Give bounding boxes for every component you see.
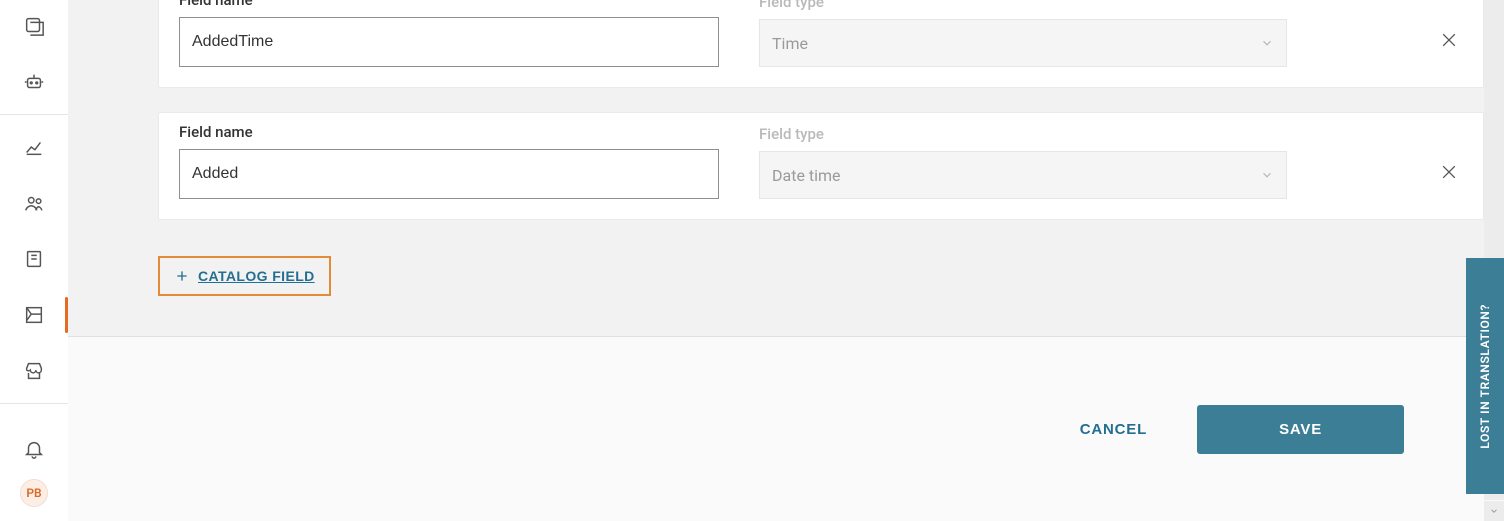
cancel-button[interactable]: CANCEL bbox=[1080, 421, 1147, 438]
chart-line-icon bbox=[23, 136, 45, 158]
chevron-down-icon bbox=[1260, 168, 1274, 182]
avatar-initials: PB bbox=[26, 486, 41, 500]
remove-field-button[interactable] bbox=[1439, 162, 1459, 182]
field-name-column: Field name bbox=[179, 113, 719, 199]
field-type-label: Field type bbox=[759, 125, 1287, 143]
store-icon bbox=[23, 360, 45, 382]
sidebar-divider bbox=[0, 114, 68, 115]
field-type-select: Time bbox=[759, 19, 1287, 67]
plus-icon bbox=[174, 268, 190, 284]
add-field-row: CATALOG FIELD bbox=[158, 244, 1484, 336]
add-catalog-field-button[interactable]: CATALOG FIELD bbox=[158, 256, 331, 296]
field-name-label: Field name bbox=[179, 0, 719, 9]
sidebar-item-workspace[interactable] bbox=[0, 0, 68, 52]
scrollbar-down-arrow[interactable] bbox=[1484, 501, 1504, 521]
lost-in-translation-label: LOST IN TRANSLATION? bbox=[1478, 304, 1492, 449]
main-content: Field name Field type Time Field name bbox=[68, 0, 1504, 521]
lost-in-translation-tab[interactable]: LOST IN TRANSLATION? bbox=[1466, 258, 1504, 494]
sidebar-item-analytics[interactable] bbox=[0, 121, 68, 173]
avatar[interactable]: PB bbox=[20, 479, 48, 507]
field-type-column: Field type Date time bbox=[759, 115, 1287, 199]
sidebar-item-robot[interactable] bbox=[0, 56, 68, 108]
field-type-value: Date time bbox=[772, 166, 841, 185]
sidebar: PB bbox=[0, 0, 68, 521]
field-type-label: Field type bbox=[759, 0, 1287, 11]
sidebar-divider bbox=[0, 403, 68, 404]
field-name-label: Field name bbox=[179, 123, 719, 141]
close-icon bbox=[1439, 30, 1459, 50]
users-icon bbox=[23, 192, 45, 214]
layers-icon bbox=[23, 15, 45, 37]
book-icon bbox=[23, 248, 45, 270]
sidebar-item-catalog[interactable] bbox=[0, 289, 68, 341]
sidebar-item-users[interactable] bbox=[0, 177, 68, 229]
field-name-column: Field name bbox=[179, 0, 719, 67]
field-type-value: Time bbox=[772, 34, 808, 53]
field-name-input[interactable] bbox=[179, 149, 719, 199]
bell-icon bbox=[23, 438, 45, 460]
field-type-select: Date time bbox=[759, 151, 1287, 199]
save-button[interactable]: SAVE bbox=[1197, 405, 1404, 454]
footer-actions: CANCEL SAVE bbox=[68, 337, 1504, 521]
fields-area: Field name Field type Time Field name bbox=[68, 0, 1504, 336]
sidebar-item-book[interactable] bbox=[0, 233, 68, 285]
field-card: Field name Field type Date time bbox=[158, 112, 1484, 220]
field-name-input[interactable] bbox=[179, 17, 719, 67]
field-card: Field name Field type Time bbox=[158, 0, 1484, 88]
sidebar-item-store[interactable] bbox=[0, 345, 68, 397]
remove-field-button[interactable] bbox=[1439, 30, 1459, 50]
catalog-icon bbox=[23, 304, 45, 326]
chevron-down-icon bbox=[1489, 506, 1499, 516]
field-type-column: Field type Time bbox=[759, 0, 1287, 67]
chevron-down-icon bbox=[1260, 36, 1274, 50]
robot-icon bbox=[23, 71, 45, 93]
add-catalog-field-label: CATALOG FIELD bbox=[198, 268, 315, 284]
sidebar-item-notifications[interactable] bbox=[0, 423, 68, 475]
close-icon bbox=[1439, 162, 1459, 182]
